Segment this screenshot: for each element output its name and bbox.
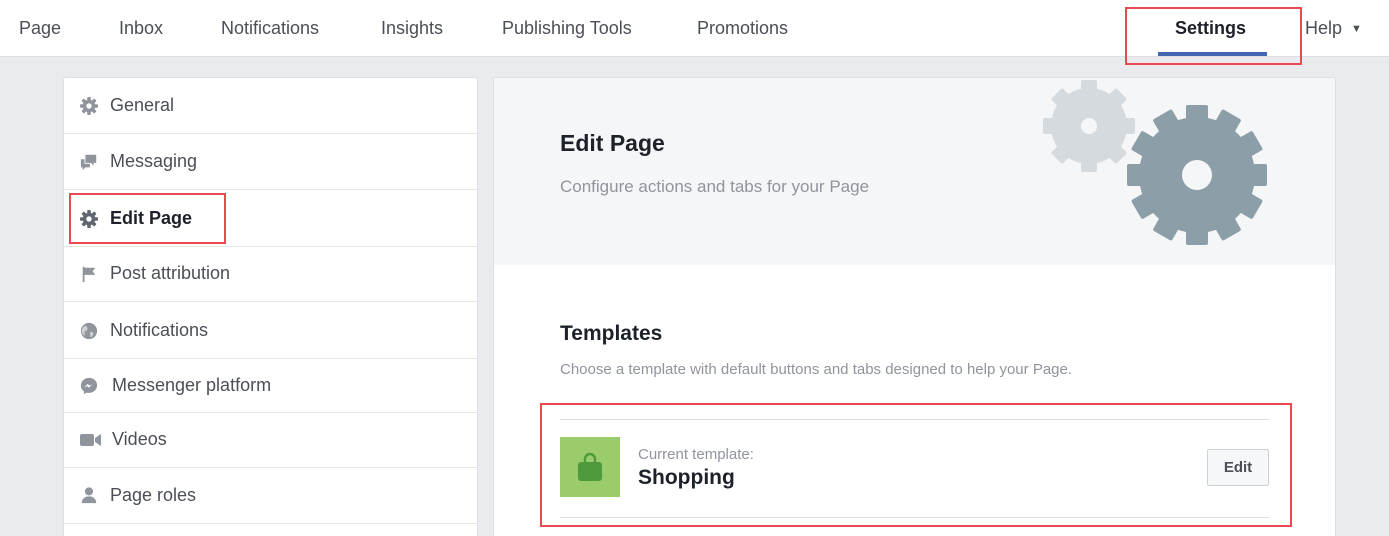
sidebar-item-label: Edit Page (110, 208, 193, 228)
globe-icon (80, 322, 98, 340)
active-tab-indicator (1158, 52, 1267, 56)
gear-icon (80, 97, 98, 115)
nav-notifications[interactable]: Notifications (221, 0, 319, 57)
sidebar-item-general[interactable]: General (64, 78, 477, 134)
top-navigation: Page Inbox Notifications Insights Publis… (0, 0, 1389, 57)
templates-title: Templates (560, 322, 663, 345)
sidebar-item-page-roles[interactable]: Page roles (64, 468, 477, 524)
sidebar-item-label: Notifications (110, 320, 209, 340)
sidebar-item-label: Messenger platform (112, 375, 272, 395)
messenger-icon (80, 377, 98, 395)
sidebar-item-label: Messaging (110, 151, 198, 171)
divider (560, 517, 1269, 518)
caret-down-icon: ▼ (1351, 23, 1362, 35)
sidebar-item-label: Post attribution (110, 263, 231, 283)
edit-page-panel: Edit Page Configure actions and tabs for… (493, 77, 1336, 536)
gears-illustration-icon (1043, 80, 1267, 245)
nav-help[interactable]: Help ▼ (1305, 0, 1362, 57)
settings-sidebar: General Messaging Edit Page Post attribu… (63, 77, 478, 536)
current-template-caption: Current template: (638, 446, 754, 463)
sidebar-item-post-attribution[interactable]: Post attribution (64, 247, 477, 302)
sidebar-item-videos[interactable]: Videos (64, 413, 477, 468)
nav-publishing-tools[interactable]: Publishing Tools (502, 0, 632, 57)
nav-promotions[interactable]: Promotions (697, 0, 788, 57)
nav-help-label: Help (1305, 18, 1343, 38)
nav-settings[interactable]: Settings (1175, 0, 1246, 57)
edit-template-button[interactable]: Edit (1207, 449, 1269, 486)
shopping-bag-icon (578, 452, 602, 481)
nav-page[interactable]: Page (19, 0, 61, 57)
chat-bubbles-icon (80, 153, 98, 171)
sidebar-item-notifications[interactable]: Notifications (64, 302, 477, 359)
person-icon (80, 486, 98, 504)
template-thumbnail (560, 437, 620, 497)
sidebar-item-messenger-platform[interactable]: Messenger platform (64, 359, 477, 413)
sidebar-item-label: General (110, 95, 175, 115)
page-subtitle: Configure actions and tabs for your Page (560, 177, 870, 196)
divider (560, 419, 1269, 420)
sidebar-item-edit-page[interactable]: Edit Page (64, 190, 477, 247)
gear-icon (80, 210, 98, 228)
page-title: Edit Page (560, 130, 665, 156)
nav-inbox[interactable]: Inbox (119, 0, 163, 57)
nav-insights[interactable]: Insights (381, 0, 443, 57)
flag-icon (80, 265, 98, 283)
sidebar-item-messaging[interactable]: Messaging (64, 134, 477, 190)
panel-header: Edit Page Configure actions and tabs for… (494, 78, 1335, 265)
sidebar-item-label: Page roles (110, 485, 197, 505)
templates-description: Choose a template with default buttons a… (560, 361, 1073, 378)
video-camera-icon (80, 431, 102, 449)
current-template-name: Shopping (638, 466, 735, 489)
sidebar-item-label: Videos (112, 429, 167, 449)
